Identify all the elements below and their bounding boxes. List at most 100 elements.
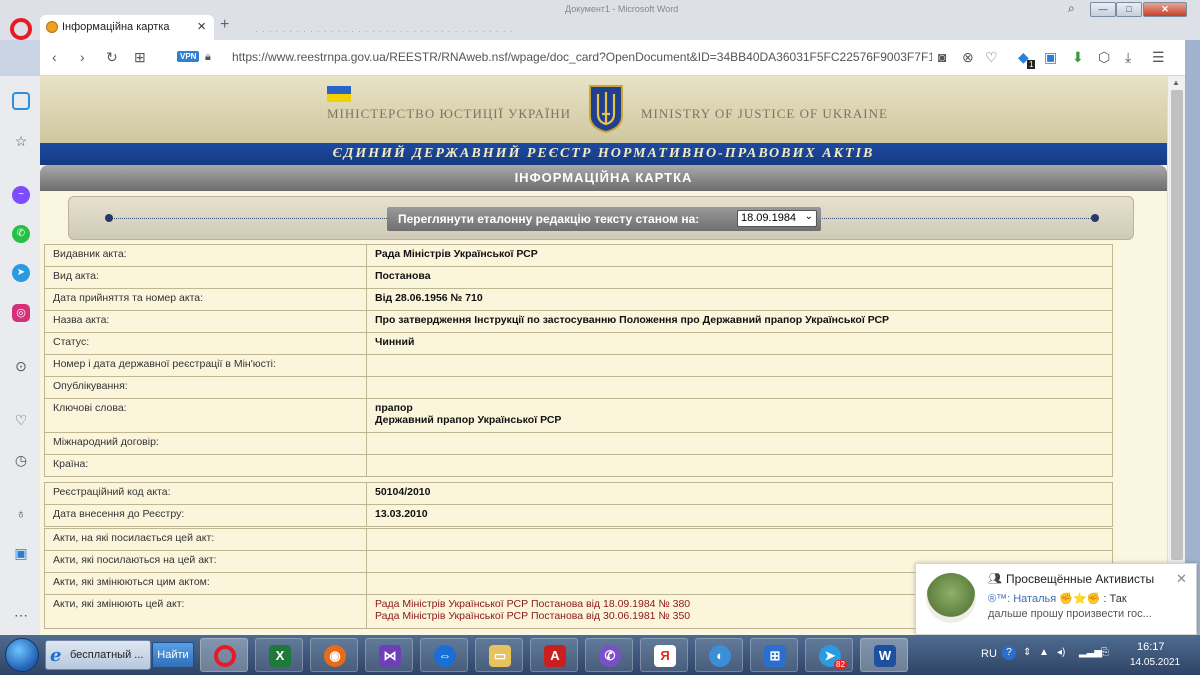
camera-icon[interactable]: ◙ bbox=[938, 49, 946, 65]
registry-title: ЄДИНИЙ ДЕРЖАВНИЙ РЕЄСТР НОРМАТИВНО-ПРАВО… bbox=[332, 146, 875, 161]
start-button[interactable] bbox=[5, 638, 39, 672]
tab-information-card[interactable]: Інформаційна картка × bbox=[40, 15, 214, 40]
table-row: Акти, на які посилається цей акт: bbox=[44, 528, 1113, 551]
vpn-badge[interactable]: VPN bbox=[177, 51, 200, 62]
volume-icon[interactable]: ◂) bbox=[1057, 647, 1065, 658]
taskbar-opera[interactable] bbox=[200, 638, 248, 672]
minimize-button[interactable]: — bbox=[1090, 2, 1116, 17]
taskbar-excel[interactable]: X bbox=[255, 638, 303, 672]
scroll-thumb[interactable] bbox=[1171, 90, 1183, 560]
table-row: Вид акта: Постанова bbox=[44, 266, 1113, 289]
download-extension-icon[interactable]: ⬇ bbox=[1072, 49, 1084, 66]
language-indicator[interactable]: RU bbox=[981, 648, 997, 660]
field-label: Дата прийняття та номер акта: bbox=[44, 288, 367, 311]
translate-icon[interactable]: ▣ bbox=[1044, 49, 1057, 66]
visual-studio-icon: ⋈ bbox=[379, 645, 401, 667]
field-label: Номер і дата державної реєстрації в Мін'… bbox=[44, 354, 367, 377]
taskbar-word[interactable]: W bbox=[860, 638, 908, 672]
telegram-icon[interactable]: ➤ bbox=[12, 264, 30, 282]
more-icon[interactable]: ⋯ bbox=[12, 606, 30, 624]
excel-icon: X bbox=[269, 645, 291, 667]
field-label: Видавник акта: bbox=[44, 244, 367, 267]
field-value: Від 28.06.1956 № 710 bbox=[366, 288, 1113, 311]
telegram-notification[interactable]: 👥︎ Просвещённые Активисты ✕ ®™: Наталья … bbox=[915, 563, 1197, 635]
messenger-icon[interactable]: ~ bbox=[12, 186, 30, 204]
player-icon[interactable]: ⊙ bbox=[12, 357, 30, 375]
new-tab-icon[interactable]: + bbox=[220, 16, 229, 34]
reload-icon[interactable]: ↻ bbox=[106, 49, 118, 66]
yandex-icon: Я bbox=[654, 645, 676, 667]
easy-setup-icon[interactable]: ☰ bbox=[1152, 49, 1165, 66]
background-window-menu: · · · · · · · · · · · · · · · · · · · · … bbox=[255, 27, 514, 36]
taskbar-teamviewer[interactable]: ⇔ bbox=[420, 638, 468, 672]
table-row: Ключові слова: прапор Державний прапор Укр… bbox=[44, 398, 1113, 433]
maximize-button[interactable]: □ bbox=[1116, 2, 1142, 17]
downloads-icon[interactable]: ⤓ bbox=[1125, 49, 1131, 66]
field-value bbox=[366, 454, 1113, 477]
timeline-end-dot[interactable] bbox=[1091, 214, 1099, 222]
field-value: Про затвердження Інструкції по застосува… bbox=[366, 310, 1113, 333]
translate-sidebar-icon[interactable]: ▣ bbox=[12, 544, 30, 562]
table-row: Номер і дата державної реєстрації в Мін'… bbox=[44, 354, 1113, 377]
field-value-line: Чинний bbox=[375, 336, 415, 348]
taskbar-explorer[interactable]: ▭ bbox=[475, 638, 523, 672]
whatsapp-icon[interactable]: ✆ bbox=[12, 225, 30, 243]
field-label: Вид акта: bbox=[44, 266, 367, 289]
opera-menu-icon[interactable] bbox=[10, 18, 32, 40]
history-icon[interactable]: ◷ bbox=[12, 451, 30, 469]
revision-timeline: Переглянути еталонну редакцію тексту ста… bbox=[68, 196, 1134, 240]
field-value: Постанова bbox=[366, 266, 1113, 289]
close-tab-icon[interactable]: × bbox=[197, 18, 206, 35]
taskbar-apps[interactable]: ⊞ bbox=[750, 638, 798, 672]
taskbar-viber[interactable]: ✆ bbox=[585, 638, 633, 672]
clock-date[interactable]: 14.05.2021 bbox=[1130, 657, 1180, 668]
field-label: Ключові слова: bbox=[44, 398, 367, 433]
scroll-up-icon[interactable]: ▲ bbox=[1172, 78, 1180, 87]
revision-date-select[interactable]: 18.09.1984 ⌄ bbox=[737, 210, 817, 227]
search-go-button[interactable]: Найти bbox=[152, 642, 194, 668]
back-icon[interactable]: ‹ bbox=[52, 49, 57, 65]
timeline-start-dot[interactable] bbox=[105, 214, 113, 222]
bookmarks-icon[interactable]: ☆ bbox=[12, 132, 30, 150]
block-icon[interactable]: ⊗ bbox=[962, 49, 974, 66]
box-icon[interactable]: ⬡ bbox=[1098, 49, 1110, 66]
taskbar-browser[interactable]: ◐ bbox=[695, 638, 743, 672]
teamviewer-icon: ⇔ bbox=[434, 645, 456, 667]
home-icon[interactable] bbox=[12, 92, 30, 110]
signal-icon[interactable]: ▂▃▅ bbox=[1079, 647, 1102, 658]
tips-lightbulb-icon[interactable]: ♁ bbox=[12, 504, 30, 522]
site-header: МІНІСТЕРСТВО ЮСТИЦІЇ УКРАЇНИ MINISTRY OF… bbox=[40, 76, 1167, 143]
field-label: Статус: bbox=[44, 332, 367, 355]
taskbar-search-box[interactable]: e бесплатный ... bbox=[45, 640, 151, 670]
taskbar-acrobat[interactable]: A bbox=[530, 638, 578, 672]
opera-icon bbox=[214, 645, 236, 667]
page-scrollbar[interactable]: ▲ bbox=[1167, 76, 1185, 635]
close-window-button[interactable]: ✕ bbox=[1143, 2, 1187, 17]
clock-time[interactable]: 16:17 bbox=[1137, 641, 1165, 653]
field-value: 50104/2010 bbox=[366, 482, 1113, 505]
speed-dial-icon[interactable]: ⊞ bbox=[134, 49, 146, 66]
taskbar-yandex[interactable]: Я bbox=[640, 638, 688, 672]
browser-sidebar: ☆ ~ ✆ ➤ ◎ ⊙ ♡ ◷ ♁ ▣ ⋯ bbox=[0, 76, 40, 635]
help-icon[interactable]: ? bbox=[1002, 646, 1016, 660]
forward-icon[interactable]: › bbox=[80, 49, 85, 65]
notification-sender: ®™: Наталья bbox=[988, 593, 1057, 605]
taskbar-firefox[interactable]: ◉ bbox=[310, 638, 358, 672]
field-value-line: 50104/2010 bbox=[375, 486, 431, 498]
search-icon[interactable]: ⌕ bbox=[1068, 1, 1075, 16]
internet-explorer-icon: e bbox=[50, 645, 62, 666]
url-field[interactable]: https://www.reestrnpa.gov.ua/REESTR/RNAw… bbox=[232, 50, 932, 64]
heart-icon[interactable]: ♡ bbox=[985, 49, 998, 66]
firefox-icon: ◉ bbox=[324, 645, 346, 667]
network-icon[interactable]: ⎘ bbox=[1101, 647, 1109, 658]
lock-icon[interactable]: 🔒︎ bbox=[205, 51, 211, 64]
arrows-icon[interactable]: ⇕ bbox=[1023, 647, 1031, 658]
instagram-icon[interactable]: ◎ bbox=[12, 304, 30, 322]
taskbar-telegram[interactable]: ➤ 82 bbox=[805, 638, 853, 672]
favorites-heart-icon[interactable]: ♡ bbox=[12, 411, 30, 429]
apps-grid-icon: ⊞ bbox=[764, 645, 786, 667]
close-icon[interactable]: ✕ bbox=[1176, 571, 1187, 587]
tray-expand-icon[interactable]: ▲ bbox=[1039, 647, 1049, 658]
taskbar-visual-studio[interactable]: ⋈ bbox=[365, 638, 413, 672]
field-value-line: прапор bbox=[375, 402, 413, 414]
